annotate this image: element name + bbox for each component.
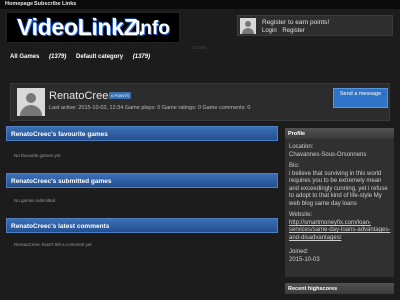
register-prompt: Register to earn points! bbox=[262, 19, 330, 26]
joined-label: Joined: bbox=[289, 249, 309, 255]
points-badge: 0 POINTS bbox=[109, 92, 132, 99]
latest-comments-header: RenatoCreec's latest comments bbox=[6, 218, 278, 233]
submitted-games-header: RenatoCreec's submitted games bbox=[6, 173, 278, 188]
ad-placeholder-label: 728x90 bbox=[192, 45, 207, 50]
submitted-games-empty: No games submitted bbox=[14, 198, 56, 203]
category-all-label: All Games bbox=[10, 54, 40, 60]
guest-avatar-icon bbox=[240, 18, 256, 34]
category-all-count: (1379) bbox=[49, 54, 67, 60]
website-label: Website: bbox=[289, 212, 313, 218]
sidebar-profile-header: Profile bbox=[285, 128, 394, 139]
location-label: Location: bbox=[289, 144, 314, 150]
profile-stats: Last active: 2015-10-03, 12:34 Game play… bbox=[49, 105, 251, 111]
favourite-games-header: RenatoCreec's favourite games bbox=[6, 126, 278, 141]
joined-value: 2015-10-03 bbox=[289, 257, 320, 263]
recent-highscores-header: Recent highscores bbox=[285, 283, 394, 294]
send-message-button[interactable]: Send a message bbox=[333, 88, 388, 108]
user-avatar-icon bbox=[17, 88, 45, 116]
nav-homepage-link[interactable]: Homepage bbox=[5, 1, 33, 7]
login-links: Login Register bbox=[262, 28, 309, 34]
favourite-games-empty: No favourite games yet bbox=[14, 153, 61, 158]
website-link[interactable]: http://smartmoneyfix.com/loan-services/s… bbox=[289, 220, 393, 242]
bio-label: Bio: bbox=[289, 163, 300, 169]
register-link[interactable]: Register bbox=[282, 28, 304, 34]
location-value: Chavannes-Sous-Orsonnens bbox=[289, 152, 367, 158]
bio-value: i believe that surviving in this world r… bbox=[289, 171, 388, 207]
login-link[interactable]: Login bbox=[262, 28, 277, 34]
login-box: Register to earn points! Login Register bbox=[237, 15, 393, 36]
latest-comments-empty: RenatoCreec hasn't left a comment yet bbox=[14, 242, 92, 247]
category-navigation: All Games (1379) Default category (1379) bbox=[10, 54, 158, 60]
logo-main-text: VideoLinkZ. bbox=[17, 14, 144, 40]
nav-links-link[interactable]: Links bbox=[62, 1, 76, 7]
category-default-label: Default category bbox=[76, 54, 124, 60]
logo-sub-text: Info bbox=[135, 18, 170, 39]
profile-username: RenatoCreec bbox=[49, 90, 114, 102]
nav-subscribe-link[interactable]: Subscribe bbox=[34, 1, 61, 7]
category-default[interactable]: Default category (1379) bbox=[76, 54, 150, 60]
profile-header: RenatoCreec 0 POINTS Last active: 2015-1… bbox=[10, 83, 390, 121]
category-default-count: (1379) bbox=[132, 54, 151, 60]
top-navigation: Homepage Subscribe Links bbox=[0, 0, 400, 9]
category-all-games[interactable]: All Games (1379) bbox=[10, 54, 66, 60]
site-logo[interactable]: VideoLinkZ. Info bbox=[6, 12, 180, 43]
sidebar-profile-panel: Location: Chavannes-Sous-Orsonnens Bio: … bbox=[285, 139, 394, 277]
